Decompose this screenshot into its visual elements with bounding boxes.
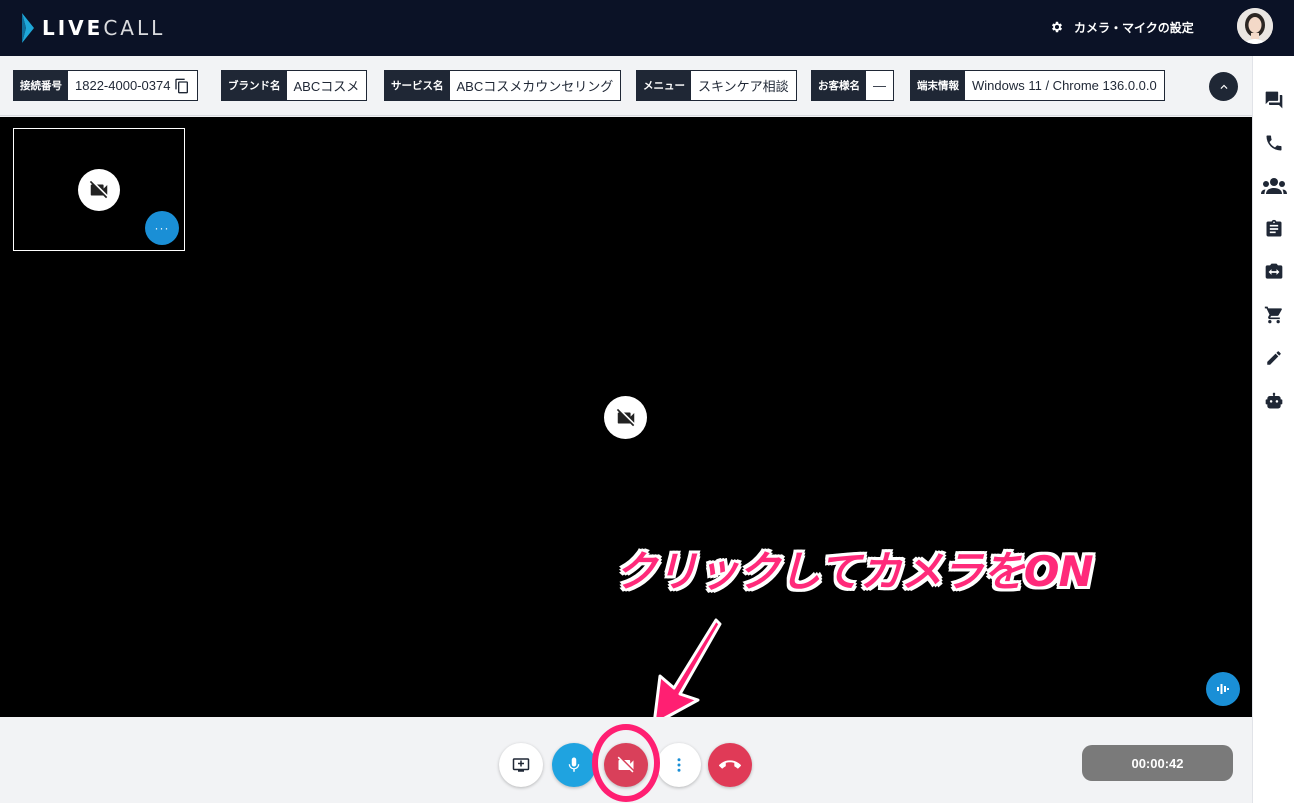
screen-share-icon (512, 758, 530, 772)
more-vertical-icon (677, 758, 681, 772)
info-customer: お客様名 — (811, 70, 894, 101)
call-controls-bar: 00:00:42 (0, 717, 1252, 803)
cart-icon[interactable] (1263, 304, 1285, 326)
info-value: スキンケア相談 (698, 79, 789, 94)
call-timer: 00:00:42 (1082, 745, 1233, 781)
connection-number-value: 1822-4000-0374 (75, 78, 171, 93)
chevron-up-icon (1220, 84, 1227, 89)
camera-off-icon (604, 396, 647, 439)
collapse-info-button[interactable] (1209, 72, 1238, 101)
info-label: サービス名 (385, 71, 450, 100)
logo-mark-icon (22, 13, 34, 43)
chat-icon[interactable] (1263, 89, 1285, 111)
camera-off-icon (78, 169, 120, 211)
info-value: ABCコスメカウンセリング (456, 79, 614, 94)
info-label: メニュー (637, 71, 691, 100)
camera-off-icon (617, 756, 634, 773)
annotation-arrow-icon (652, 618, 722, 726)
phone-hangup-icon (719, 760, 741, 769)
microphone-button[interactable] (552, 743, 596, 787)
waveform-icon (1217, 684, 1229, 694)
info-connection-number: 接続番号 1822-4000-0374 (13, 70, 199, 101)
info-label: お客様名 (812, 71, 866, 100)
call-info-bar: 接続番号 1822-4000-0374 ブランド名 ABCコスメ サービス名 A… (0, 56, 1252, 116)
info-value: — (873, 78, 886, 93)
group-icon[interactable] (1261, 175, 1287, 197)
info-value: ABCコスメ (293, 79, 360, 94)
more-options-button[interactable] (657, 743, 701, 787)
screen-share-button[interactable] (499, 743, 543, 787)
phone-icon[interactable] (1263, 132, 1285, 154)
info-value: Windows 11 / Chrome 136.0.0.0 (972, 78, 1157, 93)
logo-text: LIVECALL (42, 16, 166, 40)
info-label: 接続番号 (14, 71, 68, 100)
hang-up-button[interactable] (708, 743, 752, 787)
gear-icon (1051, 21, 1063, 33)
clipboard-icon[interactable] (1263, 218, 1285, 240)
info-value: 1822-4000-0374 (68, 71, 197, 100)
pen-icon[interactable] (1263, 347, 1285, 369)
camera-toggle-button[interactable] (604, 743, 648, 787)
livecall-logo[interactable]: LIVECALL (20, 12, 165, 44)
user-avatar[interactable] (1237, 8, 1273, 44)
top-bar: LIVECALL カメラ・マイクの設定 (0, 0, 1294, 56)
camera-mic-settings-button[interactable]: カメラ・マイクの設定 (1050, 17, 1194, 37)
info-menu: メニュー スキンケア相談 (636, 70, 797, 101)
right-tool-rail (1252, 56, 1294, 803)
audio-level-button[interactable] (1206, 672, 1240, 706)
robot-icon[interactable] (1263, 390, 1285, 412)
camera-switch-icon[interactable] (1263, 261, 1285, 283)
info-service: サービス名 ABCコスメカウンセリング (384, 70, 622, 101)
settings-label: カメラ・マイクの設定 (1074, 20, 1194, 35)
user-photo-icon (1237, 8, 1273, 44)
annotation-text: クリックしてカメラをON (615, 547, 1094, 596)
info-brand: ブランド名 ABCコスメ (221, 70, 368, 101)
info-label: 端末情報 (911, 71, 965, 100)
tile-more-button[interactable]: ··· (145, 211, 179, 245)
self-preview-tile[interactable]: ··· (13, 128, 185, 251)
info-device: 端末情報 Windows 11 / Chrome 136.0.0.0 (910, 70, 1165, 101)
copy-icon[interactable] (174, 77, 190, 95)
microphone-icon (568, 757, 580, 772)
info-label: ブランド名 (222, 71, 287, 100)
video-stage: ··· (0, 117, 1252, 717)
